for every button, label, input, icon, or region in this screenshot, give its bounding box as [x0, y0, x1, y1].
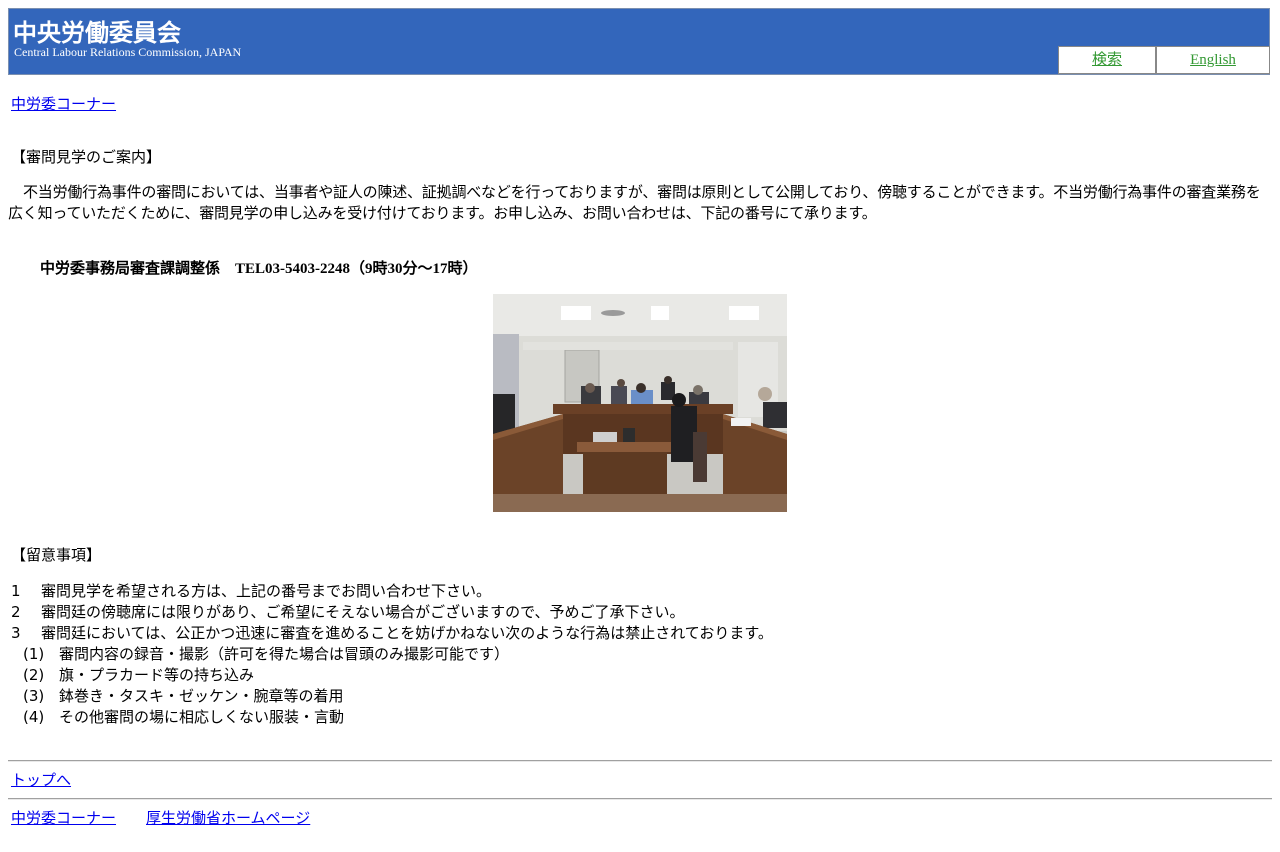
divider — [8, 760, 1272, 762]
divider — [8, 798, 1272, 800]
notes-list: 1 審問見学を希望される方は、上記の番号までお問い合わせ下さい。 2 審問廷の傍聴席… — [11, 581, 773, 728]
sub-list-item: (1) 審問内容の録音・撮影（許可を得た場合は冒頭のみ撮影可能です） — [23, 645, 510, 663]
site-subtitle: Central Labour Relations Commission, JAP… — [14, 45, 242, 59]
notes-heading: 【留意事項】 — [11, 546, 102, 564]
sub-list-item: (2) 旗・プラカード等の持ち込み — [23, 666, 255, 684]
contact-info: 中労委事務局審査課調整係 TEL03-5403-2248（9時30分～17時） — [40, 261, 478, 277]
mhlw-homepage-link[interactable]: 厚生労働省ホームページ — [146, 807, 310, 828]
page-heading: 【審問見学のご案内】 — [11, 148, 162, 166]
search-link[interactable]: 検索 — [1058, 46, 1156, 74]
back-to-top-link[interactable]: トップへ — [11, 769, 71, 790]
list-item: 1 審問見学を希望される方は、上記の番号までお問い合わせ下さい。 — [11, 582, 492, 600]
english-link[interactable]: English — [1156, 46, 1270, 74]
site-header: 中央労働委員会 Central Labour Relations Commiss… — [8, 8, 1270, 75]
site-title: 中央労働委員会 — [13, 19, 181, 47]
hearing-room-photo — [493, 294, 787, 512]
sub-list-item: (3) 鉢巻き・タスキ・ゼッケン・腕章等の着用 — [23, 687, 344, 705]
footer-corner-link[interactable]: 中労委コーナー — [11, 807, 116, 828]
breadcrumb-corner-link[interactable]: 中労委コーナー — [11, 93, 116, 114]
list-item: 3 審問廷においては、公正かつ迅速に審査を進めることを妨げかねない次のような行為は… — [11, 624, 773, 642]
list-item: 2 審問廷の傍聴席には限りがあり、ご希望にそえない場合がございますので、予めご了承… — [11, 603, 685, 621]
sub-list-item: (4) その他審問の場に相応しくない服装・言動 — [23, 708, 345, 726]
intro-paragraph: 不当労働行為事件の審問においては、当事者や証人の陳述、証拠調べなどを行っておりま… — [8, 183, 1261, 222]
